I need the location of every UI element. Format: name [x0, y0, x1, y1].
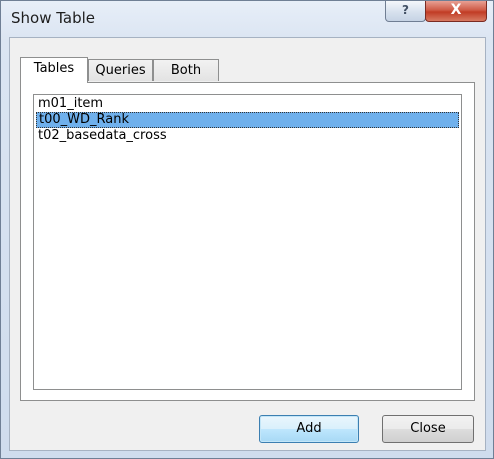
- list-item-t00-wd-rank[interactable]: t00_WD_Rank: [36, 112, 459, 128]
- tab-both-label: Both: [170, 63, 202, 78]
- tab-tables[interactable]: Tables: [20, 57, 88, 83]
- tab-both[interactable]: Both: [153, 59, 219, 81]
- close-button-label: Close: [410, 421, 446, 436]
- table-list[interactable]: m01_item t00_WD_Rank t02_basedata_cross: [33, 94, 462, 390]
- show-table-dialog: Show Table ? X Tables Queries Both m01_i…: [0, 0, 494, 459]
- help-icon: ?: [402, 3, 409, 17]
- dialog-title: Show Table: [11, 9, 96, 27]
- window-close-button[interactable]: X: [425, 1, 487, 22]
- help-button[interactable]: ?: [385, 1, 426, 22]
- close-icon: X: [450, 2, 462, 18]
- dialog-body: Tables Queries Both m01_item t00_WD_Rank…: [9, 37, 486, 451]
- add-button[interactable]: Add: [259, 415, 359, 443]
- tab-queries[interactable]: Queries: [88, 59, 153, 81]
- close-button[interactable]: Close: [382, 415, 474, 443]
- tab-panel-tables: m01_item t00_WD_Rank t02_basedata_cross: [20, 82, 475, 401]
- title-bar[interactable]: Show Table ? X: [1, 1, 493, 37]
- tab-queries-label: Queries: [95, 63, 146, 78]
- list-item-t02-basedata-cross[interactable]: t02_basedata_cross: [36, 128, 459, 144]
- tab-tables-label: Tables: [33, 61, 75, 76]
- list-item-m01-item[interactable]: m01_item: [36, 96, 459, 112]
